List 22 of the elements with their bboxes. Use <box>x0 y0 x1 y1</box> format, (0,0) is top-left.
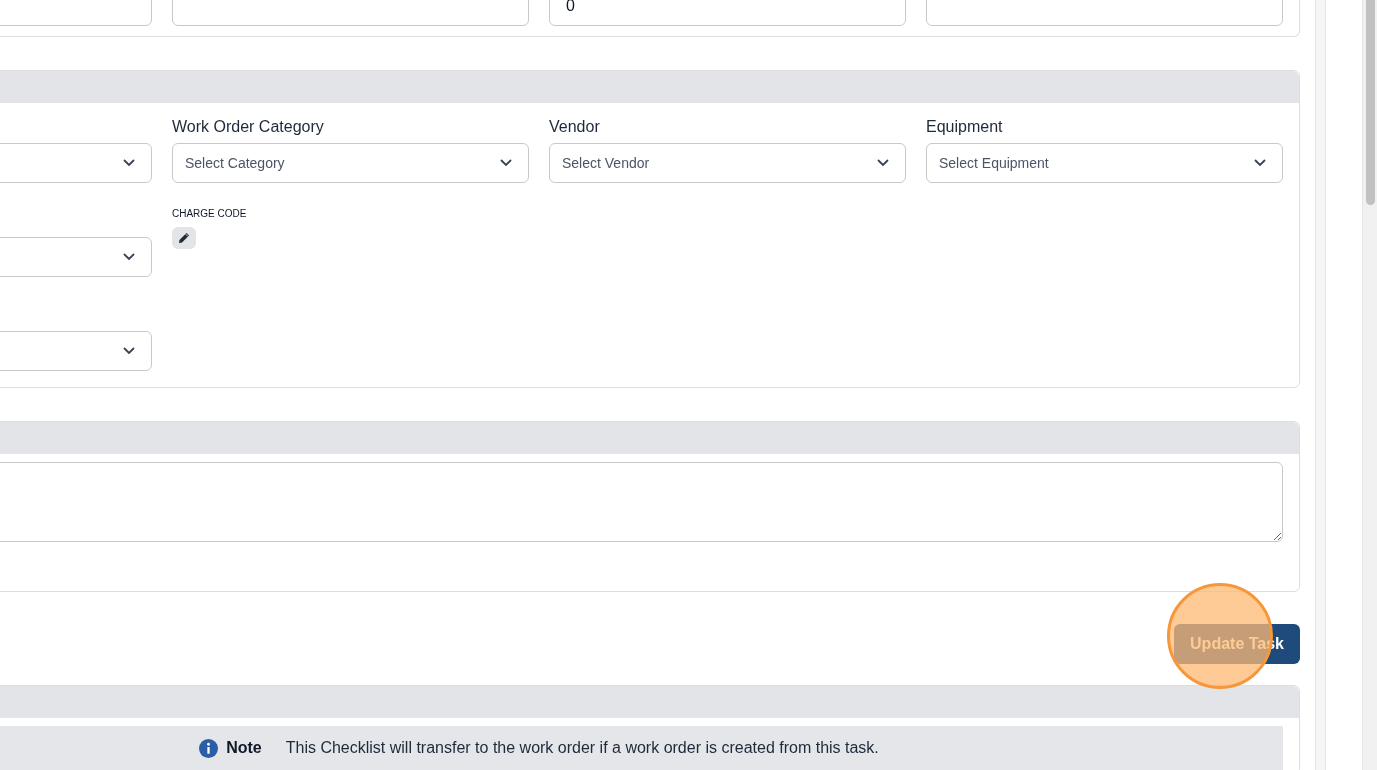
select-field[interactable]: Select Equipment <box>926 143 1283 183</box>
chevron-down-icon <box>1254 159 1266 167</box>
edit-button[interactable] <box>172 227 196 249</box>
text-area[interactable] <box>0 462 1283 542</box>
select-field[interactable]: Select Vendor <box>549 143 906 183</box>
note-text: This Checklist will transfer to the work order if a work order is created from this task. <box>285 738 879 758</box>
chevron-down-icon <box>123 347 135 355</box>
chevron-down-icon <box>123 159 135 167</box>
chevron-down-icon <box>123 253 135 261</box>
note-label: Note <box>226 738 262 758</box>
text-field[interactable]: 0 <box>549 0 906 26</box>
chevron-down-icon <box>500 159 512 167</box>
field-label: Vendor <box>549 117 600 137</box>
scrollbar[interactable] <box>1362 0 1377 770</box>
info-icon <box>199 738 219 758</box>
field-label: CHARGE CODE <box>172 207 248 221</box>
pencil-icon <box>178 232 190 244</box>
select-field[interactable]: Select Category <box>172 143 529 183</box>
field-label: Work Order Category <box>172 117 324 137</box>
field-label: Equipment <box>926 117 1003 137</box>
chevron-down-icon <box>877 159 889 167</box>
scrollbar-thumb[interactable] <box>1365 0 1375 205</box>
